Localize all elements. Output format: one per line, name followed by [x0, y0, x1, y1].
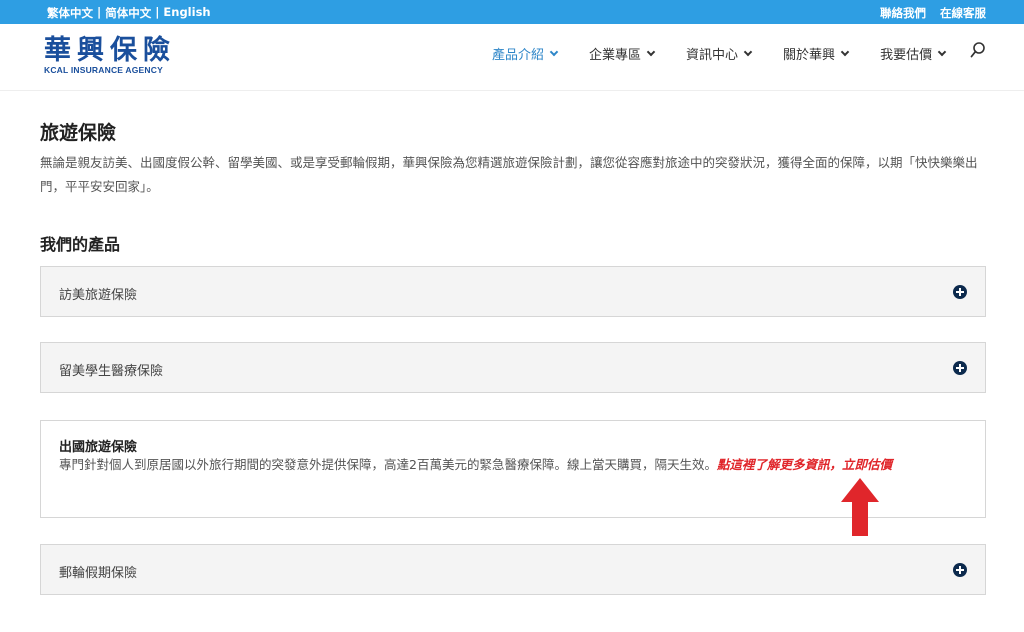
expand-plus-icon[interactable] [953, 361, 967, 375]
arrow-up-icon [841, 478, 879, 536]
chevron-down-icon [646, 47, 656, 56]
chevron-down-icon [743, 47, 753, 56]
logo-english-name: KCAL INSURANCE AGENCY [44, 65, 163, 75]
lang-separator: | [155, 5, 160, 19]
nav-item-label: 關於華興 [783, 48, 836, 63]
site-logo[interactable]: 華興保險 KCAL INSURANCE AGENCY [44, 35, 176, 76]
top-bar: 繁体中文 | 简体中文 | English 聯絡我們 在線客服 [0, 0, 1024, 24]
nav-item-label: 企業專區 [589, 48, 642, 63]
nav-item-label: 資訊中心 [686, 48, 739, 63]
nav-item-business[interactable]: 企業專區 [589, 44, 656, 63]
accordion-description: 專門針對個人到原居國以外旅行期間的突發意外提供保障，高達2百萬美元的緊急醫療保障… [59, 457, 717, 472]
chevron-down-icon [937, 47, 947, 56]
accordion-title: 郵輪假期保險 [59, 566, 138, 581]
accordion-visit-usa[interactable]: 訪美旅遊保險 [40, 266, 986, 317]
nav-item-products[interactable]: 產品介紹 [492, 44, 559, 63]
chevron-down-icon [840, 47, 850, 56]
search-icon[interactable] [970, 41, 986, 59]
expand-plus-icon[interactable] [953, 285, 967, 299]
top-links: 聯絡我們 在線客服 [880, 5, 986, 21]
online-service-link[interactable]: 在線客服 [940, 5, 986, 21]
lang-traditional-link[interactable]: 繁体中文 [47, 5, 93, 21]
chevron-down-icon [549, 47, 559, 56]
accordion-title: 出國旅遊保險 [59, 440, 138, 455]
section-title: 我們的產品 [40, 235, 121, 254]
contact-us-link[interactable]: 聯絡我們 [880, 5, 926, 21]
logo-chinese-name: 華興保險 [44, 35, 176, 66]
nav-item-info-center[interactable]: 資訊中心 [686, 44, 753, 63]
accordion-title: 留美學生醫療保險 [59, 364, 164, 379]
learn-more-quote-link[interactable]: 點這裡了解更多資訊，立即估價 [717, 457, 892, 472]
accordion-title: 訪美旅遊保險 [59, 288, 138, 303]
language-switcher: 繁体中文 | 简体中文 | English [47, 5, 211, 21]
accordion-content: 專門針對個人到原居國以外旅行期間的突發意外提供保障，高達2百萬美元的緊急醫療保障… [59, 455, 971, 475]
lang-simplified-link[interactable]: 简体中文 [105, 5, 151, 21]
page-title: 旅遊保險 [40, 122, 117, 144]
nav-item-label: 產品介紹 [492, 48, 545, 63]
nav-item-quote[interactable]: 我要估價 [880, 44, 947, 63]
nav-item-about[interactable]: 關於華興 [783, 44, 850, 63]
main-nav: 產品介紹 企業專區 資訊中心 關於華興 我要估價 [492, 44, 977, 63]
accordion-cruise[interactable]: 郵輪假期保險 [40, 544, 986, 595]
nav-item-label: 我要估價 [880, 48, 933, 63]
intro-paragraph: 無論是親友訪美、出國度假公幹、留學美國、或是享受郵輪假期，華興保險為您精選旅遊保… [40, 155, 978, 194]
lang-separator: | [97, 5, 102, 19]
lang-english-link[interactable]: English [163, 5, 210, 21]
expand-plus-icon[interactable] [953, 563, 967, 577]
site-header: 華興保險 KCAL INSURANCE AGENCY 產品介紹 企業專區 資訊中… [0, 24, 1024, 91]
accordion-student-medical[interactable]: 留美學生醫療保險 [40, 342, 986, 393]
